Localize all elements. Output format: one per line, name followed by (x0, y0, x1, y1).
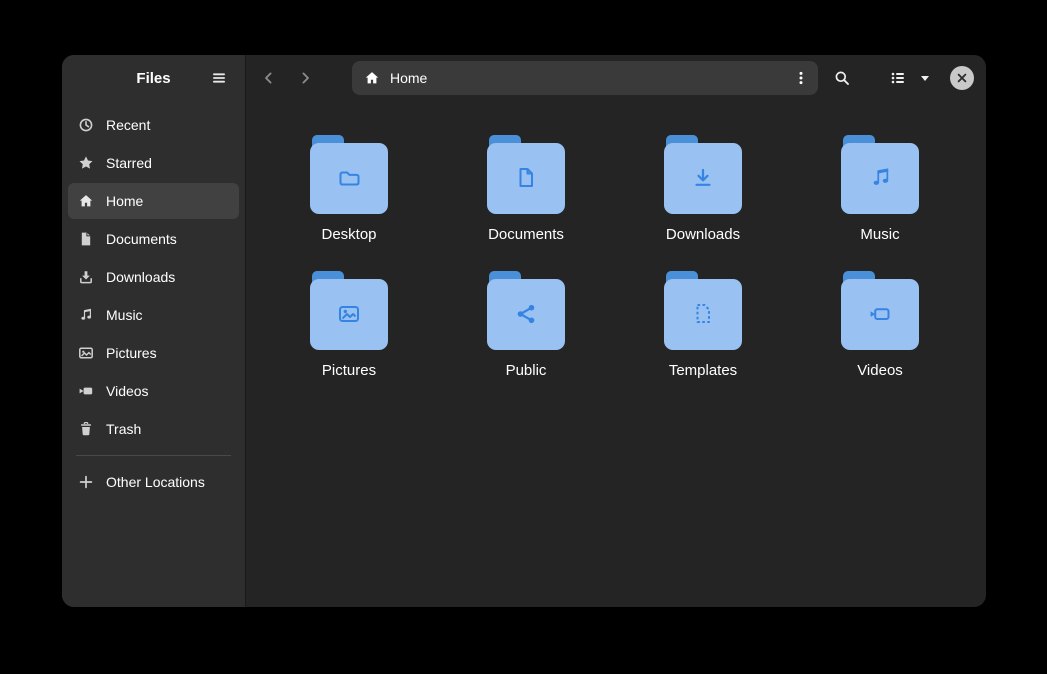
hamburger-menu-button[interactable] (203, 62, 235, 94)
sidebar-divider (76, 455, 231, 456)
folder-label: Templates (669, 362, 737, 379)
sidebar-item-label: Downloads (106, 269, 175, 285)
content-pane: Home (246, 55, 986, 607)
sidebar-item-label: Other Locations (106, 474, 205, 490)
sidebar-item-other-locations[interactable]: Other Locations (68, 464, 239, 500)
folder-label: Documents (488, 226, 564, 243)
search-button[interactable] (826, 63, 858, 93)
folder-item-desktop[interactable]: Desktop (294, 135, 404, 243)
folder-item-music[interactable]: Music (825, 135, 935, 243)
sidebar-item-downloads[interactable]: Downloads (68, 259, 239, 295)
sidebar-item-recent[interactable]: Recent (68, 107, 239, 143)
folder-item-documents[interactable]: Documents (471, 135, 581, 243)
folder-downloads-icon (664, 135, 742, 214)
sidebar-item-label: Documents (106, 231, 177, 247)
picture-icon (78, 345, 94, 361)
hamburger-icon (211, 70, 227, 86)
view-options-group (882, 63, 936, 93)
sidebar-item-label: Home (106, 193, 143, 209)
sidebar-item-label: Music (106, 307, 143, 323)
star-icon (78, 155, 94, 171)
folder-label: Downloads (666, 226, 740, 243)
sidebar-item-starred[interactable]: Starred (68, 145, 239, 181)
sidebar-item-pictures[interactable]: Pictures (68, 335, 239, 371)
folder-item-public[interactable]: Public (471, 271, 581, 379)
sidebar-item-label: Recent (106, 117, 150, 133)
plus-icon (78, 474, 94, 490)
chevron-right-icon (297, 70, 313, 86)
folder-item-templates[interactable]: Templates (648, 271, 758, 379)
headerbar: Home (246, 55, 986, 101)
view-dropdown-button[interactable] (914, 63, 936, 93)
folder-label: Pictures (322, 362, 376, 379)
recent-clock-icon (78, 117, 94, 133)
folder-grid: Desktop Documents (246, 101, 986, 379)
close-icon (954, 70, 970, 86)
chevron-down-icon (917, 70, 933, 86)
folder-label: Videos (857, 362, 903, 379)
window-close-button[interactable] (950, 66, 974, 90)
folder-public-icon (487, 271, 565, 350)
home-icon (78, 193, 94, 209)
sidebar-item-trash[interactable]: Trash (68, 411, 239, 447)
folder-music-icon (841, 135, 919, 214)
list-view-icon (890, 70, 906, 86)
sidebar-item-music[interactable]: Music (68, 297, 239, 333)
path-menu-button[interactable] (788, 65, 814, 91)
folder-item-pictures[interactable]: Pictures (294, 271, 404, 379)
folder-templates-icon (664, 271, 742, 350)
folder-pictures-icon (310, 271, 388, 350)
path-bar[interactable]: Home (352, 61, 818, 95)
folder-label: Desktop (321, 226, 376, 243)
folder-documents-icon (487, 135, 565, 214)
current-location-label: Home (390, 70, 788, 86)
folder-label: Public (506, 362, 547, 379)
search-icon (834, 70, 850, 86)
music-note-icon (78, 307, 94, 323)
forward-button[interactable] (290, 63, 320, 93)
app-title: Files (136, 70, 170, 87)
sidebar-item-label: Trash (106, 421, 141, 437)
trash-icon (78, 421, 94, 437)
files-window: Files Recent Starred (62, 55, 986, 607)
back-button[interactable] (254, 63, 284, 93)
chevron-left-icon (261, 70, 277, 86)
sidebar-item-label: Pictures (106, 345, 157, 361)
sidebar-item-videos[interactable]: Videos (68, 373, 239, 409)
folder-item-videos[interactable]: Videos (825, 271, 935, 379)
folder-videos-icon (841, 271, 919, 350)
view-toggle-button[interactable] (882, 63, 914, 93)
sidebar-header: Files (62, 55, 245, 101)
sidebar: Files Recent Starred (62, 55, 246, 607)
sidebar-item-documents[interactable]: Documents (68, 221, 239, 257)
sidebar-item-label: Videos (106, 383, 149, 399)
home-icon (364, 70, 380, 86)
sidebar-list: Recent Starred Home Documents (62, 101, 245, 508)
document-icon (78, 231, 94, 247)
folder-label: Music (860, 226, 899, 243)
folder-desktop-icon (310, 135, 388, 214)
sidebar-item-label: Starred (106, 155, 152, 171)
kebab-menu-icon (793, 70, 809, 86)
video-camera-icon (78, 383, 94, 399)
folder-item-downloads[interactable]: Downloads (648, 135, 758, 243)
download-icon (78, 269, 94, 285)
sidebar-item-home[interactable]: Home (68, 183, 239, 219)
